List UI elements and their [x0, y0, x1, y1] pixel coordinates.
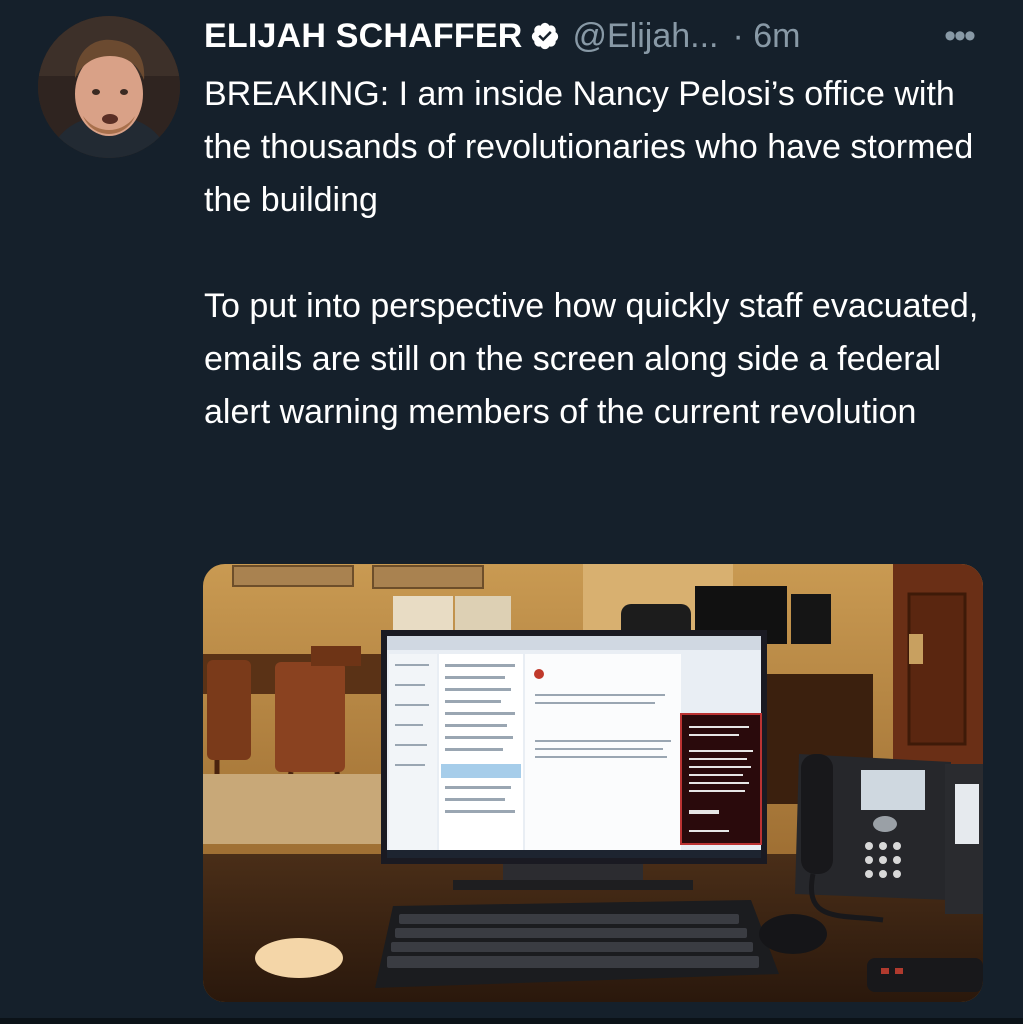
tweet-paragraph: BREAKING: I am inside Nancy Pelosi’s off… — [204, 75, 974, 219]
author-avatar[interactable] — [38, 16, 180, 158]
author-handle[interactable]: @Elijah... — [572, 17, 718, 56]
screen-bottom-edge — [0, 1018, 1023, 1024]
tweet-body: BREAKING: I am inside Nancy Pelosi’s off… — [204, 68, 994, 439]
tweet-photo[interactable] — [203, 564, 983, 1002]
tweet-timestamp[interactable]: · 6m — [732, 17, 800, 56]
author-name[interactable]: ELIJAH SCHAFFER — [204, 17, 522, 56]
verified-badge-icon — [532, 22, 559, 50]
tweet-paragraph: To put into perspective how quickly staf… — [204, 287, 979, 431]
tweet-header: ELIJAH SCHAFFER @Elijah... · 6m — [204, 14, 1004, 58]
more-options-icon[interactable]: ••• — [935, 14, 983, 58]
